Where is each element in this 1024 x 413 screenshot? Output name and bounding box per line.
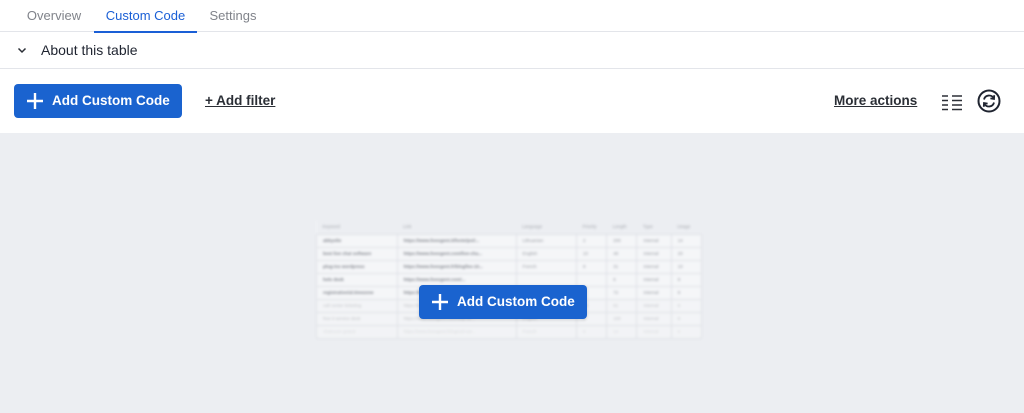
preview-cell: Internal <box>636 285 672 300</box>
preview-cell: registration/al.timezone <box>316 285 398 300</box>
preview-cell: 10 <box>670 259 703 274</box>
preview-cell: abbyolie <box>316 233 398 248</box>
preview-cell: 20 <box>670 246 703 261</box>
preview-header: Type <box>636 220 672 234</box>
chevron-down-icon <box>17 47 27 54</box>
preview-cell: 6 <box>606 272 638 287</box>
about-table-label: About this table <box>41 42 138 58</box>
preview-row: abbyolie https://www.livesgent.it/fonte/… <box>316 233 703 248</box>
preview-cell: Internal <box>636 311 672 326</box>
preview-header: Link <box>397 220 517 234</box>
preview-cell: 2 <box>576 233 608 248</box>
tab-bar: Overview Custom Code Settings <box>0 0 1024 33</box>
preview-cell: 6 <box>670 298 703 313</box>
preview-cell: Internal <box>636 324 672 339</box>
tab-custom-code[interactable]: Custom Code <box>94 0 197 33</box>
preview-cell: 61 <box>606 298 638 313</box>
preview-cell: https://www.livesgent.com/live-cha... <box>396 246 517 261</box>
preview-cell: Internal <box>636 298 672 313</box>
tab-overview[interactable]: Overview <box>14 0 94 32</box>
preview-cell: plug-ins wordpress <box>316 259 398 274</box>
preview-header: Length <box>606 220 637 234</box>
preview-cell: https://www.livesgent.it/fonte/poi/... <box>396 233 517 248</box>
preview-cell: Internal <box>636 246 672 261</box>
preview-cell: Internal <box>636 233 672 248</box>
add-custom-code-label: Add Custom Code <box>52 93 170 108</box>
preview-cell: 100 <box>606 311 638 326</box>
preview-cell: 14 <box>606 324 638 339</box>
preview-cell: helo desk <box>316 272 398 287</box>
empty-state-area: Keyword Link Language Priority Length Ty… <box>0 133 1024 413</box>
preview-cell: 31 <box>606 259 638 274</box>
preview-cell: 6 <box>576 324 608 339</box>
preview-cell: Lithuanian <box>515 233 578 248</box>
preview-cell: 8 <box>670 272 703 287</box>
preview-cell: call center ticketing <box>316 298 398 313</box>
preview-cell: 10 <box>576 246 608 261</box>
preview-cell: 6 <box>670 311 703 326</box>
preview-cell: Internal <box>636 272 672 287</box>
empty-state-add-label: Add Custom Code <box>457 294 575 309</box>
preview-cell: free it service desk <box>316 311 398 326</box>
preview-cell: best live chat software <box>316 246 398 261</box>
preview-cell: https://www.livesgent.fr/blog/les-10... <box>396 259 517 274</box>
list-view-icon[interactable] <box>941 93 963 111</box>
toolbar: Add Custom Code + Add filter More action… <box>0 69 1024 133</box>
preview-header: Language <box>516 220 577 234</box>
preview-cell: 8 <box>670 285 703 300</box>
preview-cell: chatroom gratuit <box>316 324 398 339</box>
preview-header: Priority <box>576 220 607 234</box>
add-filter-link[interactable]: + Add filter <box>205 93 275 108</box>
empty-state-add-custom-code-button[interactable]: Add Custom Code <box>419 285 587 319</box>
preview-cell: French <box>515 324 578 339</box>
more-actions-link[interactable]: More actions <box>834 93 917 108</box>
plus-icon <box>27 93 43 109</box>
preview-cell: Internal <box>636 259 672 274</box>
preview-cell: 200 <box>606 233 638 248</box>
preview-cell: 72 <box>606 285 638 300</box>
tab-settings[interactable]: Settings <box>197 0 269 32</box>
refresh-icon[interactable] <box>977 89 1001 113</box>
preview-cell: https://www.livesgent.fr/logiciel-ser... <box>396 324 517 339</box>
add-custom-code-button[interactable]: Add Custom Code <box>14 84 182 118</box>
preview-cell: 48 <box>606 246 638 261</box>
plus-icon <box>432 294 448 310</box>
preview-row: chatroom gratuit https://www.livesgent.f… <box>316 324 703 339</box>
preview-row: plug-ins wordpress https://www.livesgent… <box>316 259 703 274</box>
preview-cell: English <box>515 246 578 261</box>
preview-cell: 6 <box>670 324 703 339</box>
preview-cell: 8 <box>576 259 608 274</box>
about-table-toggle[interactable]: About this table <box>0 32 1024 69</box>
preview-row: best live chat software https://www.live… <box>316 246 703 261</box>
preview-cell: 14 <box>670 233 703 248</box>
preview-header: Usage <box>671 220 702 234</box>
preview-header: Keyword <box>316 220 398 234</box>
preview-cell: French <box>515 259 578 274</box>
